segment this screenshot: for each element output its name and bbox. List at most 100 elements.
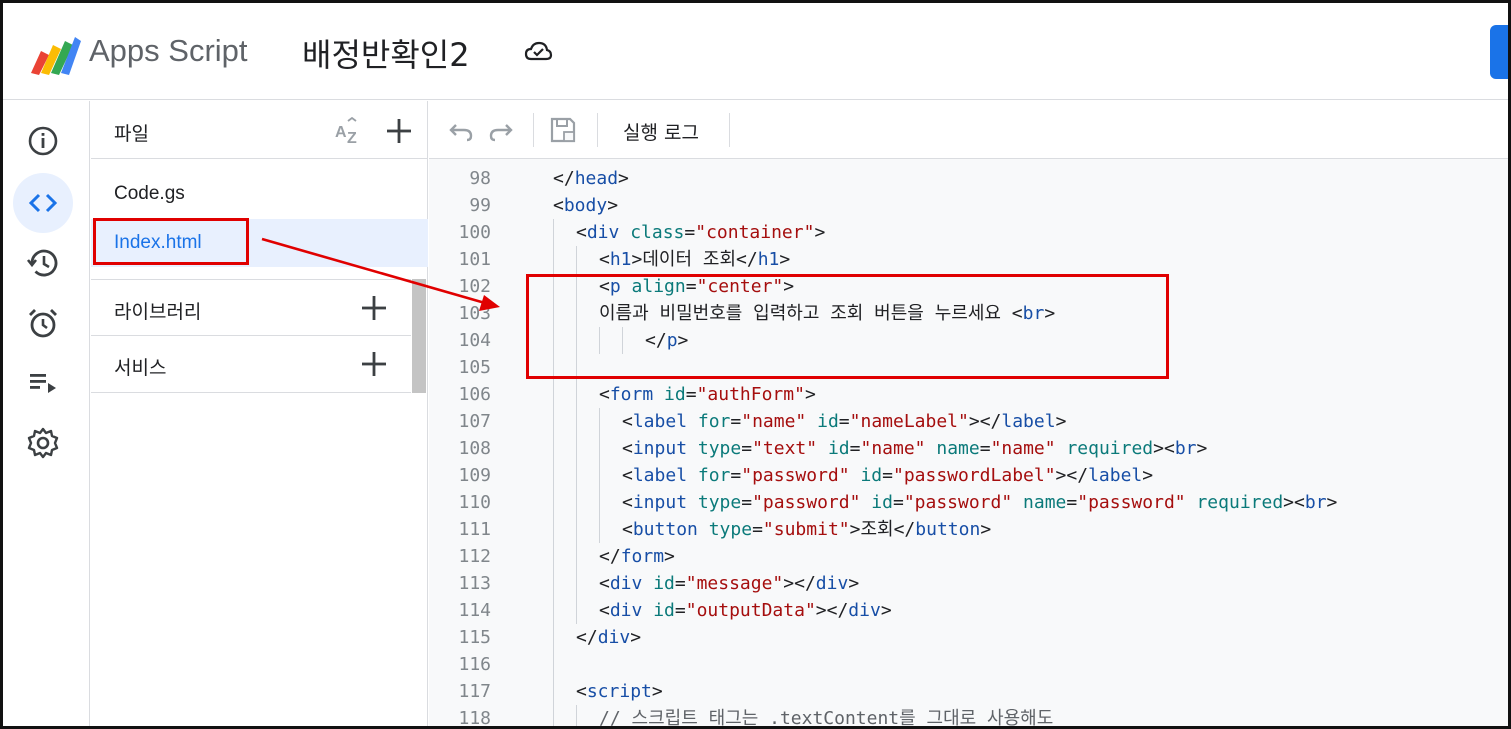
files-panel: 파일 A Z Code.gs Index.html 라이브러리 서비스 <box>91 101 428 726</box>
libraries-section[interactable]: 라이브러리 <box>91 279 411 336</box>
code-token: > <box>618 168 629 189</box>
indent-guide <box>553 678 554 705</box>
code-token: </ <box>599 546 621 567</box>
code-line: 113 <div id="message"></div> <box>429 570 1508 597</box>
executions-button[interactable] <box>13 353 73 413</box>
code-token: = <box>882 465 893 486</box>
code-editor[interactable]: 98 </head> 99 <body> 100 <div class="containe… <box>429 159 1508 726</box>
code-line: 112 </form> <box>429 543 1508 570</box>
top-bar: Apps Script 배정반확인2 <box>3 3 1508 100</box>
code-token: id <box>827 438 850 459</box>
indent-guide <box>553 381 554 408</box>
files-scrollbar[interactable] <box>412 279 426 393</box>
code-token: button <box>915 519 981 540</box>
code-text: <button type="submit">조회</button> <box>622 516 991 543</box>
indent-guide <box>576 570 577 597</box>
execution-log-button[interactable]: 실행 로그 <box>623 118 699 145</box>
code-token: = <box>741 492 753 513</box>
svg-text:Z: Z <box>347 130 357 147</box>
code-token: div <box>586 222 620 243</box>
code-text: <div id="message"></div> <box>599 570 859 597</box>
add-service-icon[interactable] <box>360 350 388 378</box>
code-token: < <box>599 573 610 594</box>
project-title[interactable]: 배정반확인2 <box>302 30 470 76</box>
code-line: 98 </head> <box>429 165 1508 192</box>
add-library-icon[interactable] <box>360 294 388 322</box>
overview-button[interactable] <box>13 111 73 171</box>
code-token: required <box>1066 438 1154 459</box>
undo-icon[interactable] <box>447 116 475 144</box>
code-line: 115 </div> <box>429 624 1508 651</box>
code-token: "container" <box>695 222 815 243</box>
line-number: 108 <box>458 438 491 459</box>
redo-icon[interactable] <box>487 116 515 144</box>
settings-button[interactable] <box>13 413 73 473</box>
code-token: > <box>804 384 816 405</box>
indent-guide <box>576 543 577 570</box>
code-token: for <box>697 411 731 432</box>
code-line: 106 <form id="authForm"> <box>429 381 1508 408</box>
indent-guide <box>576 489 577 516</box>
code-token: < <box>622 438 633 459</box>
editor-toolbar: 실행 로그 <box>429 101 1508 159</box>
file-label: Code.gs <box>114 183 185 204</box>
code-token: required <box>1196 492 1284 513</box>
services-section[interactable]: 서비스 <box>91 336 411 393</box>
project-history-button[interactable] <box>13 233 73 293</box>
annotation-highlight-code <box>526 274 1169 379</box>
code-token: name <box>1023 492 1067 513</box>
code-token: < <box>553 195 564 216</box>
editor-button[interactable] <box>13 173 73 233</box>
code-token: < <box>622 465 633 486</box>
code-token: h1 <box>757 249 780 270</box>
indent-guide <box>553 435 554 462</box>
code-token: "password" <box>741 465 850 486</box>
code-token: = <box>1066 492 1078 513</box>
code-token: < <box>599 600 610 621</box>
triggers-button[interactable] <box>13 293 73 353</box>
line-number: 104 <box>458 330 491 351</box>
line-number: 99 <box>469 195 491 216</box>
left-rail <box>3 101 90 726</box>
code-token: id <box>653 573 675 594</box>
line-number: 117 <box>458 681 491 702</box>
code-text: <h1>데이터 조회</h1> <box>599 246 790 273</box>
code-text: <label for="password" id="passwordLabel"… <box>622 462 1153 489</box>
code-token: br <box>1174 438 1197 459</box>
add-file-icon[interactable] <box>385 117 413 145</box>
code-line: 118 // 스크립트 태그는 .textContent를 그대로 사용해도 <box>429 705 1508 726</box>
code-token: </ <box>576 627 598 648</box>
code-line: 117 <script> <box>429 678 1508 705</box>
code-token: head <box>574 168 619 189</box>
indent-guide <box>599 489 600 516</box>
sort-az-icon[interactable]: A Z <box>334 117 366 147</box>
deploy-button[interactable] <box>1490 25 1508 79</box>
indent-guide <box>553 624 554 651</box>
code-text: <form id="authForm"> <box>599 381 816 408</box>
file-item-code-gs[interactable]: Code.gs <box>91 170 428 218</box>
code-token: = <box>838 411 850 432</box>
code-token: = <box>979 438 991 459</box>
indent-guide <box>553 246 554 273</box>
code-token: h1 <box>609 249 632 270</box>
executions-icon <box>30 374 56 393</box>
line-number: 111 <box>458 519 491 540</box>
code-token: form <box>609 384 654 405</box>
line-number: 103 <box>458 303 491 324</box>
indent-guide <box>576 597 577 624</box>
line-number: 109 <box>458 465 491 486</box>
line-number: 107 <box>458 411 491 432</box>
code-icon <box>28 193 58 213</box>
code-token: </ <box>736 249 758 270</box>
services-label: 서비스 <box>114 357 167 379</box>
save-icon[interactable] <box>549 116 577 144</box>
code-token: script <box>586 681 652 702</box>
code-token: ></ <box>815 600 849 621</box>
code-token: "authForm" <box>696 384 805 405</box>
